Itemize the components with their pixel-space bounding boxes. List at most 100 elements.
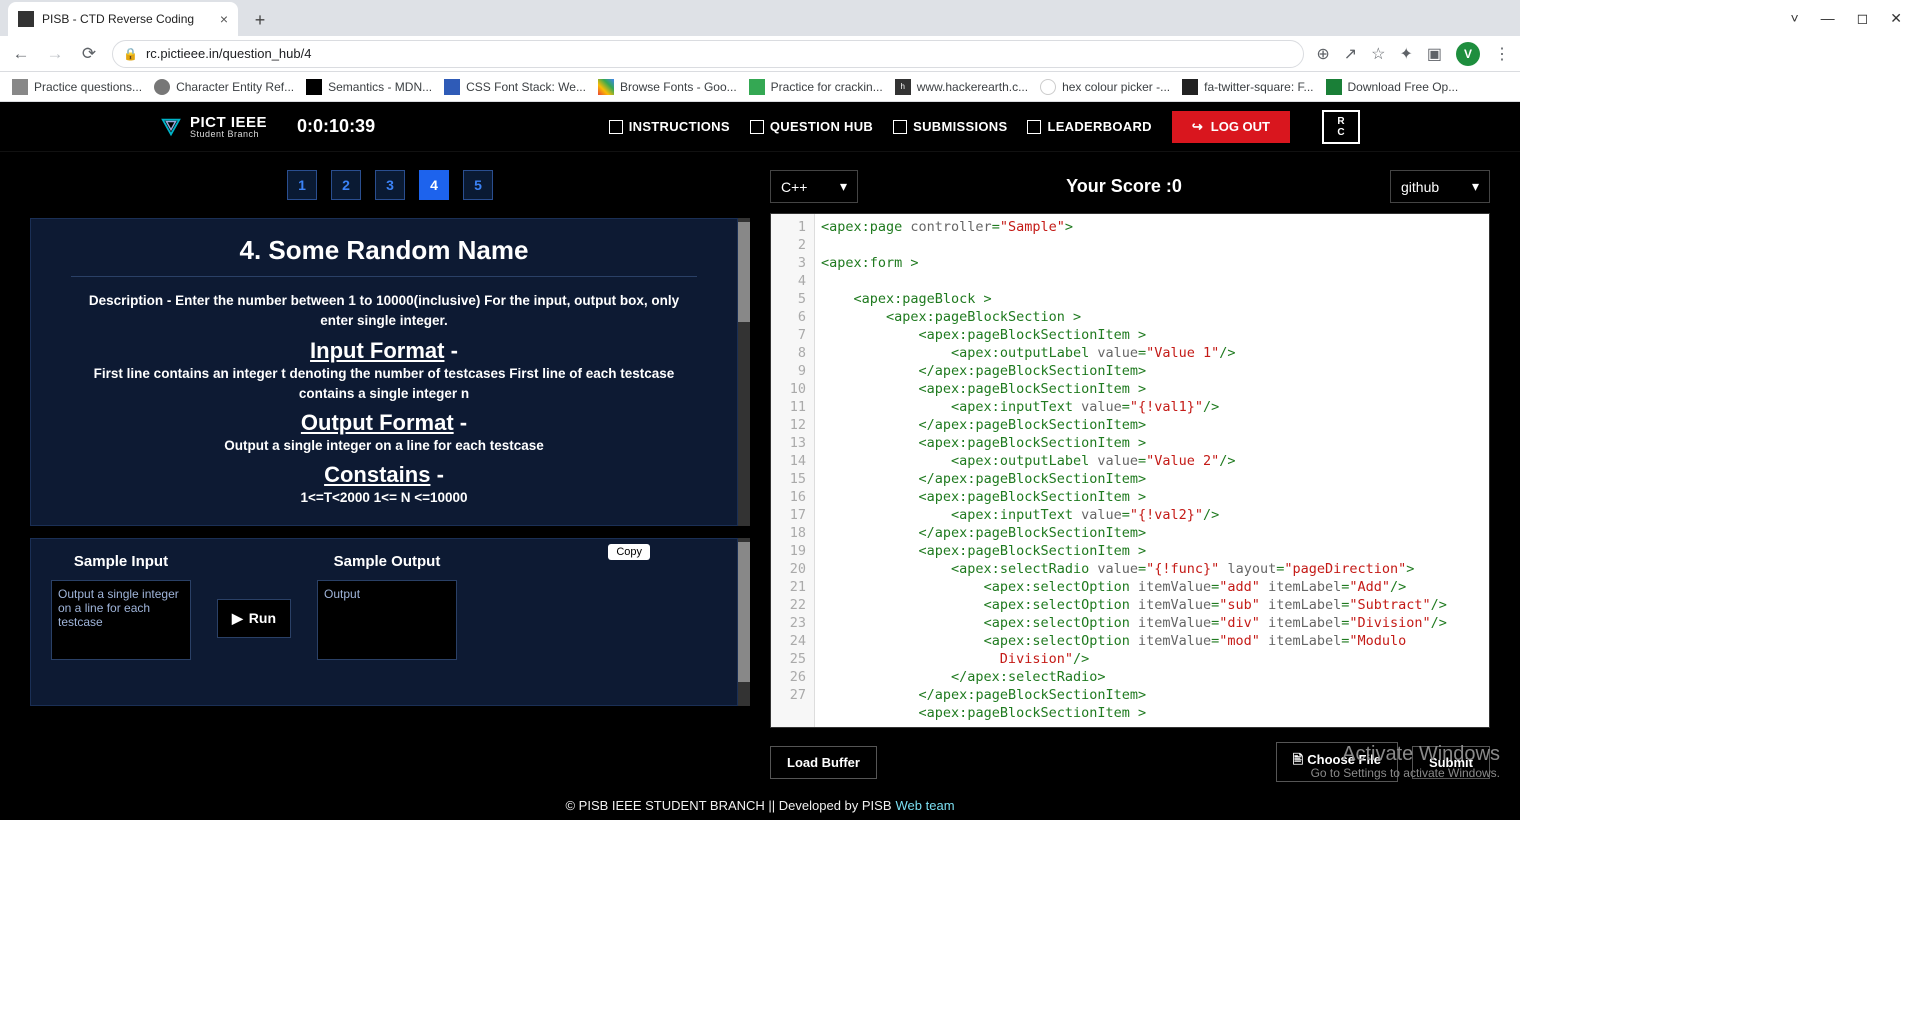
brand: PICT IEEE Student Branch	[160, 115, 267, 139]
bookmark-label: Practice for crackin...	[771, 80, 883, 94]
left-pane: 12345 4. Some Random Name Description - …	[0, 152, 760, 790]
choose-file-button[interactable]: 🖹Choose File	[1276, 742, 1398, 782]
constraints-body: 1<=T<2000 1<= N <=10000	[71, 488, 697, 508]
file-icon	[893, 120, 907, 134]
bookmark-favicon	[12, 79, 28, 95]
nav-forward-button[interactable]: →	[44, 44, 66, 64]
bookmark-item[interactable]: hex colour picker -...	[1040, 79, 1170, 95]
footer-link[interactable]: Web team	[896, 798, 955, 813]
scrollbar-thumb[interactable]	[738, 542, 750, 682]
bookmark-item[interactable]: hwww.hackerearth.c...	[895, 79, 1028, 95]
nav-leaderboard[interactable]: LEADERBOARD	[1027, 119, 1151, 134]
input-format-body: First line contains an integer t denotin…	[71, 364, 697, 405]
bookmark-label: Character Entity Ref...	[176, 80, 294, 94]
load-buffer-button[interactable]: Load Buffer	[770, 746, 877, 779]
browser-tab[interactable]: PISB - CTD Reverse Coding ×	[8, 2, 238, 36]
zoom-icon[interactable]: ⊕	[1316, 44, 1329, 64]
brand-line1: PICT IEEE	[190, 115, 267, 130]
window-minimize-icon[interactable]: —	[1821, 10, 1835, 26]
bookmark-item[interactable]: CSS Font Stack: We...	[444, 79, 586, 95]
chevron-down-icon: ▾	[1472, 178, 1479, 195]
copy-button[interactable]: Copy	[608, 544, 650, 560]
bookmark-label: hex colour picker -...	[1062, 80, 1170, 94]
line-gutter: 1234567891011121314151617181920212223242…	[771, 214, 815, 727]
sample-panel: Sample Input ▶Run Sample Output Copy	[30, 538, 738, 706]
submit-button[interactable]: Submit	[1412, 746, 1490, 779]
bookmark-item[interactable]: Download Free Op...	[1326, 79, 1459, 95]
sample-input-label: Sample Input	[74, 553, 168, 570]
file-icon: 🖹	[1293, 752, 1303, 767]
code-editor[interactable]: 1234567891011121314151617181920212223242…	[770, 213, 1490, 728]
bookmark-favicon	[1040, 79, 1056, 95]
tab-favicon	[18, 11, 34, 27]
nav-submissions[interactable]: SUBMISSIONS	[893, 119, 1007, 134]
url-input[interactable]: 🔒 rc.pictieee.in/question_hub/4	[112, 40, 1304, 68]
bookmark-item[interactable]: Browse Fonts - Goo...	[598, 79, 737, 95]
bookmark-label: Browse Fonts - Goo...	[620, 80, 737, 94]
question-tabs: 12345	[30, 170, 750, 200]
new-tab-button[interactable]: +	[246, 6, 274, 34]
question-tab-3[interactable]: 3	[375, 170, 405, 200]
score-display: Your Score :0	[872, 176, 1376, 197]
scrollbar[interactable]	[738, 218, 750, 526]
tab-close-icon[interactable]: ×	[220, 11, 228, 27]
bookmark-item[interactable]: fa-twitter-square: F...	[1182, 79, 1313, 95]
brand-line2: Student Branch	[190, 130, 267, 139]
bookmark-label: Download Free Op...	[1348, 80, 1459, 94]
nav-question-hub[interactable]: QUESTION HUB	[750, 119, 873, 134]
logout-button[interactable]: ↪LOG OUT	[1172, 111, 1290, 143]
bookmark-label: Practice questions...	[34, 80, 142, 94]
bookmark-label: Semantics - MDN...	[328, 80, 432, 94]
extensions-icon[interactable]: ✦	[1399, 44, 1412, 64]
question-description: Description - Enter the number between 1…	[71, 291, 697, 332]
chevron-down-icon: ▾	[840, 178, 847, 195]
scrollbar[interactable]	[738, 538, 750, 706]
bookmark-item[interactable]: Practice questions...	[12, 79, 142, 95]
footer-text: © PISB IEEE STUDENT BRANCH || Developed …	[565, 798, 891, 813]
question-tab-2[interactable]: 2	[331, 170, 361, 200]
sidepanel-icon[interactable]: ▣	[1427, 44, 1442, 64]
run-button[interactable]: ▶Run	[217, 599, 291, 638]
theme-select[interactable]: github▾	[1390, 170, 1490, 203]
tab-strip: PISB - CTD Reverse Coding × + ˅ — ◻ ✕	[0, 0, 1520, 36]
question-tab-5[interactable]: 5	[463, 170, 493, 200]
question-tab-1[interactable]: 1	[287, 170, 317, 200]
timer: 0:0:10:39	[297, 116, 375, 137]
code-area[interactable]: <apex:page controller="Sample"> <apex:fo…	[815, 214, 1489, 727]
sample-input-box[interactable]	[51, 580, 191, 660]
nav-reload-button[interactable]: ⟳	[78, 44, 100, 64]
window-close-icon[interactable]: ✕	[1890, 10, 1902, 27]
bookmark-favicon	[1182, 79, 1198, 95]
nav-instructions[interactable]: INSTRUCTIONS	[609, 119, 730, 134]
sample-output-label: Sample Output	[334, 553, 441, 570]
bookmark-item[interactable]: Practice for crackin...	[749, 79, 883, 95]
bookmark-item[interactable]: Semantics - MDN...	[306, 79, 432, 95]
language-select[interactable]: C++▾	[770, 170, 858, 203]
list-icon	[750, 120, 764, 134]
list-icon	[609, 120, 623, 134]
question-tab-4[interactable]: 4	[419, 170, 449, 200]
bookmark-item[interactable]: Character Entity Ref...	[154, 79, 294, 95]
bookmark-favicon	[444, 79, 460, 95]
bookmark-favicon	[154, 79, 170, 95]
bookmark-label: www.hackerearth.c...	[917, 80, 1028, 94]
share-icon[interactable]: ↗	[1344, 44, 1357, 64]
scrollbar-thumb[interactable]	[738, 222, 750, 322]
logout-icon: ↪	[1192, 119, 1203, 135]
menu-kebab-icon[interactable]: ⋮	[1494, 44, 1510, 64]
profile-avatar[interactable]: V	[1456, 42, 1480, 66]
window-dropdown-icon[interactable]: ˅	[1790, 10, 1798, 26]
rc-logo-icon: RC	[1322, 110, 1360, 144]
main-split: 12345 4. Some Random Name Description - …	[0, 152, 1520, 790]
app-page: PICT IEEE Student Branch 0:0:10:39 INSTR…	[0, 102, 1520, 820]
brand-logo-icon	[160, 116, 182, 138]
window-maximize-icon[interactable]: ◻	[1857, 10, 1869, 27]
sample-panel-wrap: Sample Input ▶Run Sample Output Copy	[30, 538, 750, 706]
nav-back-button[interactable]: ←	[10, 44, 32, 64]
bookmark-star-icon[interactable]: ☆	[1371, 44, 1385, 64]
bookmark-favicon	[598, 79, 614, 95]
sample-output-box[interactable]	[317, 580, 457, 660]
bookmark-favicon	[749, 79, 765, 95]
address-bar: ← → ⟳ 🔒 rc.pictieee.in/question_hub/4 ⊕ …	[0, 36, 1520, 72]
window-controls: ˅ — ◻ ✕	[1772, 0, 1920, 36]
